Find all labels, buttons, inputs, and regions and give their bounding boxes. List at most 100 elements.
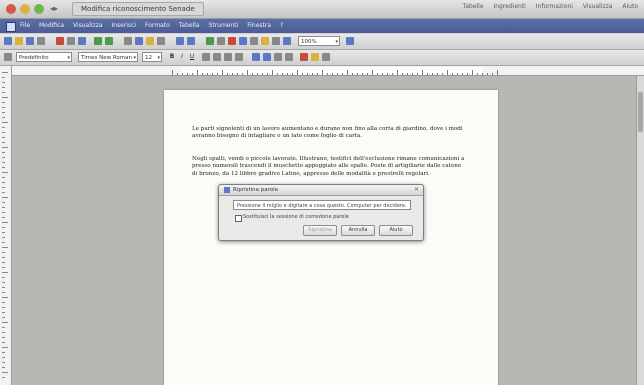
styles-icon[interactable] [4,53,12,61]
font-name-combo[interactable]: Times New Roman ▾ [78,52,138,62]
ruler-tick [172,70,173,75]
ruler-tick [352,73,353,75]
ruler-tick [2,197,8,198]
ruler-tick [292,73,293,75]
paragraph[interactable]: Negli spalti, vendi o piccole lavorate. … [192,156,467,178]
draw-functions-icon[interactable] [228,37,236,45]
ruler-tick [392,73,393,75]
save-icon[interactable] [26,37,34,45]
ruler-tick [257,73,258,75]
bold-icon[interactable]: B [168,53,176,61]
menu-tabella[interactable]: Tabella [179,22,200,29]
ruler-tick [482,73,483,75]
cut-icon[interactable] [124,37,132,45]
help-button[interactable]: Aiuto [379,225,413,236]
menu-finestra[interactable]: Finestra [247,22,271,29]
ruler-tick [2,332,5,333]
menu-formato[interactable]: Formato [145,22,170,29]
ruler-tick [2,362,5,363]
ruler-tick [2,287,5,288]
align-center-icon[interactable] [213,53,221,61]
minimize-window-button[interactable] [20,4,30,14]
menu-modifica[interactable]: Modifica [39,22,64,29]
close-window-button[interactable] [6,4,16,14]
print-preview-icon[interactable] [78,37,86,45]
top-link[interactable]: Informazioni [536,3,573,10]
ruler-tick [2,92,5,93]
help-icon[interactable] [346,37,354,45]
menu-inserisci[interactable]: Inserisci [111,22,136,29]
top-link[interactable]: Aiuto [622,3,638,10]
top-link[interactable]: Tabelle [463,3,484,10]
copy-icon[interactable] [135,37,143,45]
ruler-tick [487,73,488,75]
font-color-icon[interactable] [300,53,308,61]
ruler-tick [287,73,288,75]
maximize-window-button[interactable] [34,4,44,14]
new-document-icon[interactable] [4,37,12,45]
dialog-text-field[interactable]: Pressione il miglio e digitare a cosa qu… [233,200,411,210]
data-sources-icon[interactable] [272,37,280,45]
bullets-icon[interactable] [263,53,271,61]
menu-file[interactable]: File [20,22,30,29]
ruler-tick [2,237,5,238]
restore-button[interactable]: Ripristina [303,225,337,236]
menu-help[interactable]: ? [280,22,283,29]
ruler-tick [2,317,5,318]
vertical-ruler[interactable] [0,66,12,385]
top-link[interactable]: Visualizza [583,3,613,10]
align-right-icon[interactable] [224,53,232,61]
paste-icon[interactable] [146,37,154,45]
navigator-icon[interactable] [250,37,258,45]
restore-word-dialog: Ripristina parola ✕ Pressione il miglio … [218,184,424,241]
top-link[interactable]: Ingredienti [493,3,525,10]
ruler-tick [217,73,218,75]
pdf-export-icon[interactable] [56,37,64,45]
increase-indent-icon[interactable] [285,53,293,61]
hyperlink-icon[interactable] [206,37,214,45]
nonprinting-chars-icon[interactable] [283,37,291,45]
decrease-indent-icon[interactable] [274,53,282,61]
spellcheck-icon[interactable] [94,37,102,45]
find-replace-icon[interactable] [239,37,247,45]
menu-strumenti[interactable]: Strumenti [209,22,239,29]
highlight-icon[interactable] [311,53,319,61]
font-size-value: 12 [145,55,152,61]
close-icon[interactable]: ✕ [414,186,419,194]
gallery-icon[interactable] [261,37,269,45]
background-color-icon[interactable] [322,53,330,61]
paragraph[interactable]: Le parti signolenti di un lavoro aumenta… [192,126,467,141]
scrollbar-thumb[interactable] [638,92,643,132]
format-paintbrush-icon[interactable] [157,37,165,45]
ruler-tick [492,73,493,75]
font-size-combo[interactable]: 12 ▾ [142,52,162,62]
open-folder-icon[interactable] [15,37,23,45]
ruler-tick [227,73,228,75]
paragraph-style-combo[interactable]: Predefinito ▾ [16,52,72,62]
ruler-tick [417,73,418,75]
dialog-checkbox[interactable] [235,215,242,222]
zoom-combo[interactable]: 100% ▾ [298,36,340,46]
ruler-tick [412,73,413,75]
horizontal-ruler[interactable] [12,66,644,76]
table-icon[interactable] [217,37,225,45]
vertical-scrollbar[interactable] [636,76,644,385]
justify-icon[interactable] [235,53,243,61]
document-icon [6,22,16,32]
ruler-tick [407,73,408,75]
print-icon[interactable] [67,37,75,45]
ruler-tick [302,73,303,75]
ruler-tick [2,227,5,228]
cancel-button[interactable]: Annulla [341,225,375,236]
align-left-icon[interactable] [202,53,210,61]
ruler-tick [467,73,468,75]
redo-icon[interactable] [187,37,195,45]
autospell-icon[interactable] [105,37,113,45]
menu-visualizza[interactable]: Visualizza [73,22,103,29]
ruler-tick [337,73,338,75]
numbering-icon[interactable] [252,53,260,61]
undo-icon[interactable] [176,37,184,45]
italic-icon[interactable]: I [178,53,186,61]
email-icon[interactable] [37,37,45,45]
underline-icon[interactable]: U [188,53,196,61]
